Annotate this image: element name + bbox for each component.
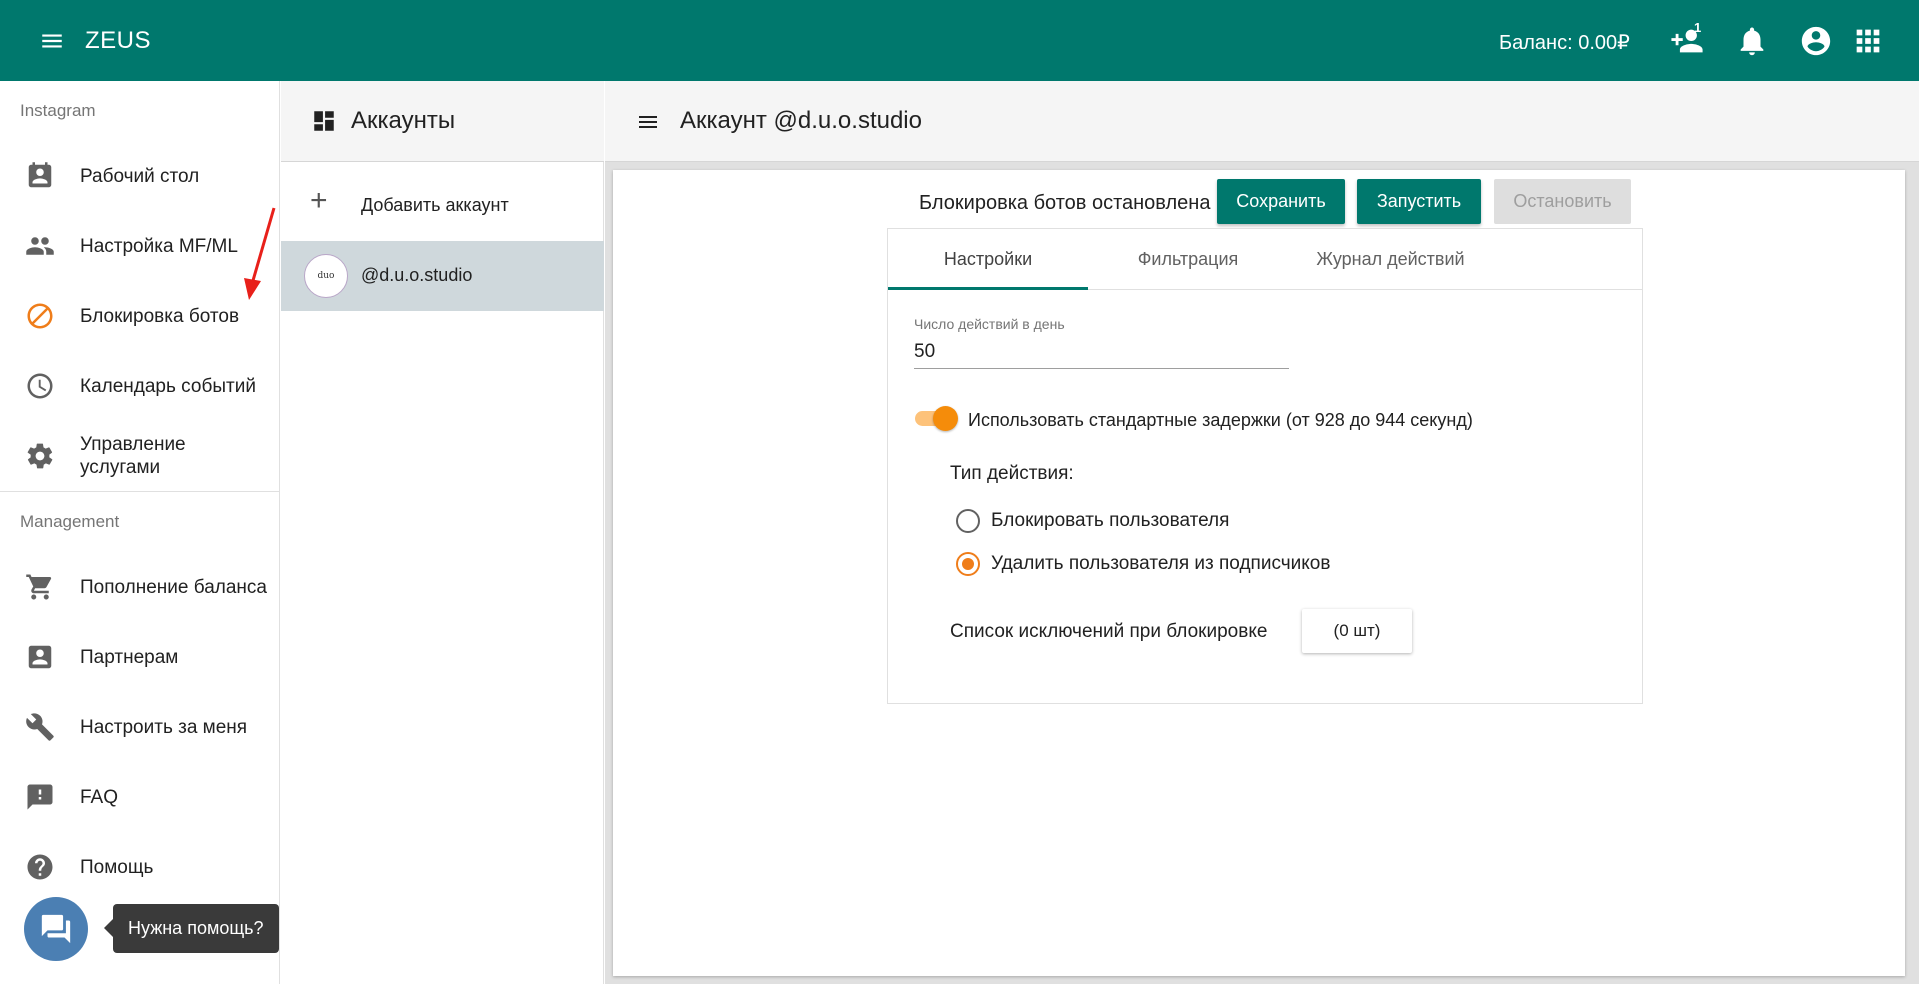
sidebar-item-calendar[interactable]: Календарь событий [0, 356, 279, 416]
main-content: Блокировка ботов остановлена Сохранить З… [605, 162, 1919, 984]
sidebar-item-top-up[interactable]: Пополнение баланса [0, 557, 279, 617]
chat-support-button[interactable] [24, 897, 88, 961]
dashboard-icon [311, 108, 337, 134]
radio-remove-follower[interactable]: Удалить пользователя из подписчиков [956, 549, 1330, 579]
sidebar-item-help[interactable]: Помощь [0, 837, 279, 897]
friend-requests-badge: 1 [1694, 20, 1702, 35]
plus-icon: + [310, 184, 328, 217]
balance-display[interactable]: Баланс: 0.00₽ [1499, 30, 1630, 55]
cart-icon [25, 572, 55, 602]
sidebar-item-faq[interactable]: FAQ [0, 767, 279, 827]
exclusions-label: Список исключений при блокировке [950, 621, 1268, 642]
annotation-arrow [244, 207, 276, 300]
sidebar-divider [0, 491, 279, 492]
account-circle-icon[interactable] [1799, 24, 1833, 58]
radio-label: Блокировать пользователя [991, 510, 1230, 531]
account-box-icon [25, 642, 55, 672]
sidebar-item-partners[interactable]: Партнерам [0, 627, 279, 687]
sidebar-section-management: Management [20, 512, 120, 531]
stop-button: Остановить [1494, 179, 1631, 224]
sidebar-item-label: Настроить за меня [80, 716, 248, 738]
gear-icon [25, 441, 55, 471]
tab-filtering[interactable]: Фильтрация [1088, 229, 1288, 290]
radio-label: Удалить пользователя из подписчиков [991, 553, 1331, 574]
sidebar-item-label: Партнерам [80, 646, 179, 668]
sidebar-item-label: Календарь событий [80, 375, 256, 397]
radio-block-user[interactable]: Блокировать пользователя [956, 506, 1229, 536]
default-delays-toggle[interactable] [913, 404, 959, 432]
page-title: Аккаунт @d.u.o.studio [680, 107, 922, 134]
sidebar-item-dashboard[interactable]: Рабочий стол [0, 146, 279, 206]
sidebar-item-label: Рабочий стол [80, 165, 200, 187]
radio-button[interactable] [956, 509, 980, 533]
status-text: Блокировка ботов остановлена [919, 192, 1211, 214]
default-delays-label: Использовать стандартные задержки (от 92… [968, 410, 1473, 430]
menu-icon[interactable] [38, 28, 66, 54]
action-type-label: Тип действия: [950, 463, 1074, 484]
save-button[interactable]: Сохранить [1217, 179, 1345, 224]
contact-card-icon [25, 161, 55, 191]
sidebar-item-label: Управление услугами [80, 434, 186, 478]
account-item[interactable]: duo @d.u.o.studio [281, 241, 604, 311]
start-button[interactable]: Запустить [1357, 179, 1481, 224]
tab-action-log[interactable]: Журнал действий [1288, 229, 1493, 290]
tab-bar: Настройки Фильтрация Журнал действий [888, 229, 1642, 290]
bot-blocking-card: Блокировка ботов остановлена Сохранить З… [613, 170, 1905, 976]
sidebar-section-instagram: Instagram [20, 101, 96, 120]
help-tooltip: Нужна помощь? [104, 904, 279, 953]
settings-panel: Настройки Фильтрация Журнал действий Чис… [887, 228, 1643, 704]
clock-icon [25, 371, 55, 401]
sidebar-item-setup-for-me[interactable]: Настроить за меня [0, 697, 279, 757]
block-icon [25, 301, 55, 331]
tab-settings[interactable]: Настройки [888, 229, 1088, 290]
add-account-button[interactable]: + Добавить аккаунт [281, 162, 604, 240]
chat-icon [41, 914, 71, 944]
account-avatar: duo [304, 254, 348, 298]
wrench-icon [25, 712, 55, 742]
actions-per-day-label: Число действий в день [914, 316, 1065, 332]
active-tab-indicator [888, 287, 1088, 290]
app-title: ZEUS [85, 27, 152, 54]
radio-button[interactable] [956, 552, 980, 576]
app-header: ZEUS Баланс: 0.00₽ 1 [0, 0, 1919, 81]
main-header: Аккаунт @d.u.o.studio [605, 81, 1919, 162]
sidebar-item-label: FAQ [80, 786, 119, 808]
accounts-header: Аккаунты [281, 81, 604, 162]
sidebar-item-label: Помощь [80, 856, 154, 878]
sidebar-item-services[interactable]: Управление услугами [0, 426, 279, 486]
actions-per-day-input[interactable] [914, 335, 1289, 369]
sidebar-item-label: Блокировка ботов [80, 305, 240, 327]
account-handle: @d.u.o.studio [361, 265, 473, 285]
accounts-list: + Добавить аккаунт duo @d.u.o.studio [281, 162, 604, 984]
menu-icon[interactable] [635, 110, 661, 134]
add-account-label: Добавить аккаунт [361, 195, 509, 215]
apps-grid-icon[interactable] [1851, 24, 1885, 58]
help-icon [25, 852, 55, 882]
people-icon [25, 231, 55, 261]
accounts-title: Аккаунты [351, 107, 456, 134]
exclusions-button[interactable]: (0 шт) [1302, 609, 1412, 653]
bell-icon[interactable] [1735, 24, 1769, 58]
feedback-icon [25, 782, 55, 812]
sidebar-item-label: Пополнение баланса [80, 576, 267, 598]
add-friend-icon[interactable]: 1 [1670, 20, 1704, 58]
